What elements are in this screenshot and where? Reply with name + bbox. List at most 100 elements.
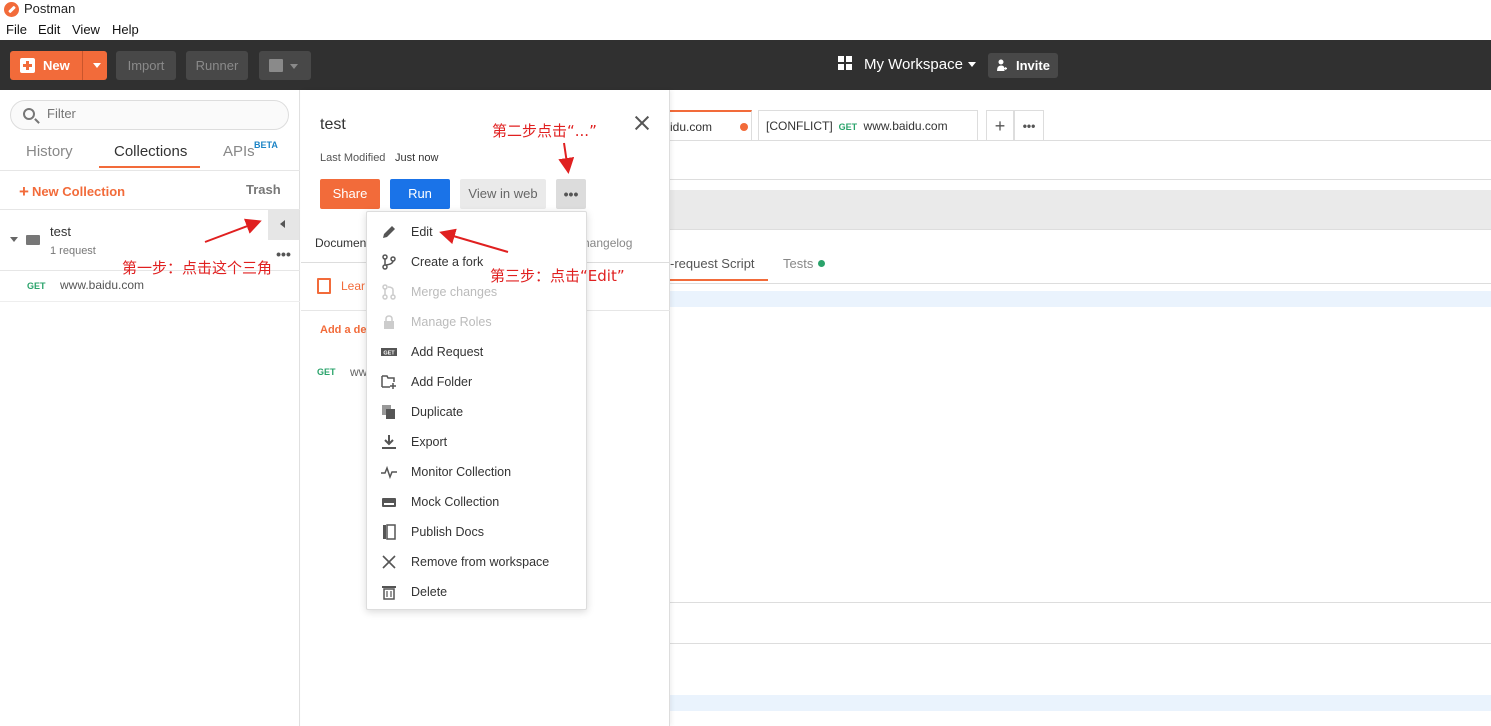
menu-view[interactable]: View bbox=[72, 22, 100, 37]
menu-item-add-folder[interactable]: Add Folder bbox=[367, 367, 586, 397]
folder-icon bbox=[26, 235, 40, 245]
tab-tests[interactable]: Tests bbox=[783, 256, 826, 271]
menu-item-label: Edit bbox=[411, 225, 433, 239]
active-tab-indicator bbox=[99, 166, 200, 168]
tab-prerequest-script[interactable]: -request Script bbox=[670, 256, 755, 271]
annotation-step1: 第一步：点击这个三角 bbox=[122, 259, 273, 277]
close-icon[interactable] bbox=[633, 114, 651, 132]
expand-collection-button[interactable] bbox=[268, 210, 299, 240]
new-button-label: New bbox=[43, 58, 70, 73]
unsaved-dot-icon bbox=[740, 123, 748, 131]
conflict-request-tab[interactable]: [CONFLICT] GET www.baidu.com bbox=[758, 110, 978, 140]
new-collection-button[interactable]: + New Collection bbox=[19, 182, 125, 202]
tab-collections[interactable]: Collections bbox=[114, 143, 187, 160]
menu-item-label: Monitor Collection bbox=[411, 465, 512, 479]
collection-more-button[interactable]: ••• bbox=[268, 240, 299, 270]
chevron-down-icon bbox=[968, 62, 976, 67]
learn-link[interactable]: Lear bbox=[341, 279, 365, 293]
menu-item-label: Export bbox=[411, 435, 448, 449]
menu-item-label: Delete bbox=[411, 585, 448, 599]
collection-name: test bbox=[50, 224, 71, 239]
menu-item-mock-collection[interactable]: Mock Collection bbox=[367, 487, 586, 517]
menu-help[interactable]: Help bbox=[112, 22, 139, 37]
add-description-link[interactable]: Add a des bbox=[320, 324, 373, 336]
caret-down-icon[interactable] bbox=[10, 237, 18, 242]
menu-item-label: Create a fork bbox=[411, 255, 484, 269]
lock-icon bbox=[384, 315, 394, 329]
plus-icon: + bbox=[19, 182, 29, 201]
request-method-badge: GET bbox=[317, 367, 336, 377]
annotation-step2: 第二步点击“...” bbox=[492, 122, 597, 140]
tab-more-button[interactable]: ••• bbox=[1014, 110, 1044, 140]
menu-item-label: Publish Docs bbox=[411, 525, 484, 539]
tab-documentation[interactable]: Documen bbox=[315, 236, 366, 250]
menu-item-add-request[interactable]: GET Add Request bbox=[367, 337, 586, 367]
import-button[interactable]: Import bbox=[116, 51, 176, 80]
run-button[interactable]: Run bbox=[390, 179, 450, 209]
add-folder-icon bbox=[381, 375, 396, 389]
share-button[interactable]: Share bbox=[320, 179, 380, 209]
grid-icon bbox=[838, 56, 853, 71]
book-icon bbox=[383, 524, 396, 540]
invite-label: Invite bbox=[1016, 58, 1050, 73]
conflict-prefix: [CONFLICT] bbox=[766, 119, 833, 133]
menu-item-delete[interactable]: Delete bbox=[367, 577, 586, 607]
chevron-down-icon[interactable] bbox=[93, 63, 101, 68]
new-window-button[interactable] bbox=[259, 51, 311, 80]
server-icon bbox=[382, 498, 396, 507]
svg-text:GET: GET bbox=[383, 351, 395, 357]
app-header: New Import Runner My Workspace Invite bbox=[0, 40, 1491, 90]
window-title-bar: Postman bbox=[0, 0, 1491, 20]
new-button-divider bbox=[82, 51, 83, 80]
menu-item-manage-roles: Manage Roles bbox=[367, 307, 586, 337]
x-icon bbox=[382, 555, 396, 569]
more-actions-button[interactable]: ••• bbox=[556, 179, 586, 209]
window-title: Postman bbox=[24, 1, 76, 16]
merge-icon bbox=[382, 284, 396, 300]
menu-item-duplicate[interactable]: Duplicate bbox=[367, 397, 586, 427]
menu-item-label: Mock Collection bbox=[411, 495, 500, 509]
plus-icon bbox=[20, 58, 35, 73]
runner-button[interactable]: Runner bbox=[186, 51, 248, 80]
pulse-icon bbox=[381, 465, 397, 480]
menu-edit[interactable]: Edit bbox=[38, 22, 60, 37]
menu-item-label: Merge changes bbox=[411, 285, 498, 299]
trash-button[interactable]: Trash bbox=[246, 182, 281, 197]
menu-item-monitor-collection[interactable]: Monitor Collection bbox=[367, 457, 586, 487]
menu-item-edit[interactable]: Edit bbox=[367, 217, 586, 247]
menu-item-remove-from-workspace[interactable]: Remove from workspace bbox=[367, 547, 586, 577]
menu-item-label: Manage Roles bbox=[411, 315, 492, 329]
menu-file[interactable]: File bbox=[6, 22, 27, 37]
environment-bar bbox=[670, 140, 1491, 180]
new-window-icon bbox=[269, 59, 283, 72]
invite-button[interactable]: Invite bbox=[988, 53, 1058, 78]
active-tab-indicator bbox=[670, 279, 768, 281]
request-tab-label: idu.com bbox=[670, 120, 713, 134]
filter-field[interactable] bbox=[10, 100, 289, 130]
divider bbox=[670, 602, 1491, 603]
editor-line bbox=[670, 291, 1491, 307]
request-method-badge: GET bbox=[838, 122, 858, 132]
menu-item-label: Add Folder bbox=[411, 375, 473, 389]
request-url: www.baidu.com bbox=[863, 119, 948, 133]
tab-apis[interactable]: APIs bbox=[223, 143, 255, 160]
add-tab-button[interactable]: + bbox=[986, 110, 1014, 140]
request-tab[interactable]: idu.com bbox=[670, 110, 752, 140]
menu-item-publish-docs[interactable]: Publish Docs bbox=[367, 517, 586, 547]
menu-item-label: Add Request bbox=[411, 345, 484, 359]
trash-icon bbox=[382, 586, 396, 600]
book-icon bbox=[317, 278, 331, 294]
tab-changelog[interactable]: hangelog bbox=[583, 236, 632, 250]
status-dot-icon bbox=[818, 260, 826, 267]
tests-label: Tests bbox=[783, 256, 814, 271]
collection-count: 1 request bbox=[50, 245, 96, 257]
request-url[interactable]: ww bbox=[350, 365, 367, 379]
divider bbox=[0, 301, 300, 302]
fork-icon bbox=[382, 254, 396, 270]
view-in-web-button[interactable]: View in web bbox=[460, 179, 546, 209]
menu-item-export[interactable]: Export bbox=[367, 427, 586, 457]
caret-left-icon bbox=[280, 220, 285, 228]
tab-history[interactable]: History bbox=[26, 143, 73, 160]
new-button[interactable]: New bbox=[10, 51, 107, 80]
filter-input[interactable] bbox=[47, 106, 267, 121]
